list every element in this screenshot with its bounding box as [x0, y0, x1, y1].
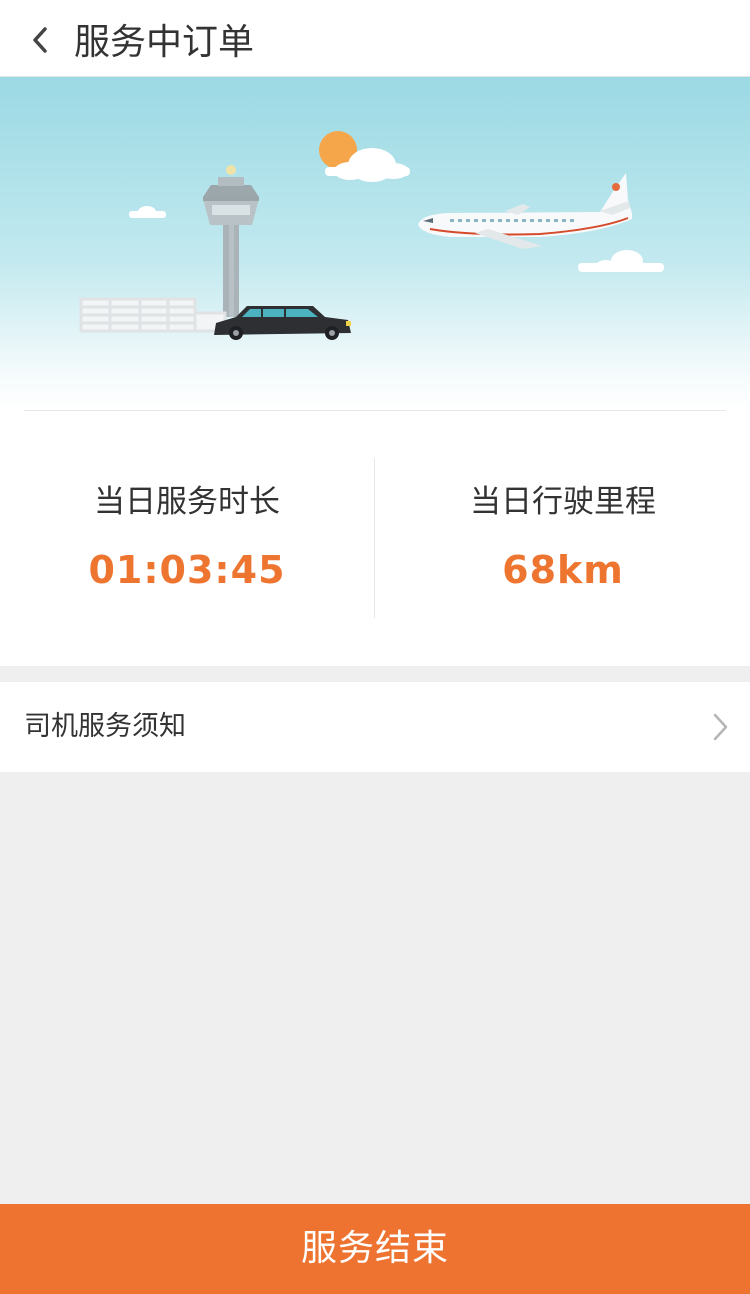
cloud-shape: [578, 250, 664, 272]
fence-shape: [79, 297, 227, 333]
stats-panel: 当日服务时长 01:03:45 当日行驶里程 68km: [0, 410, 750, 666]
mileage-label: 当日行驶里程: [470, 484, 656, 520]
duration-value: 01:03:45: [88, 548, 286, 592]
driver-notice-label: 司机服务须知: [24, 711, 186, 742]
vertical-divider: [374, 458, 375, 618]
airplane-shape: [418, 173, 632, 249]
divider: [24, 410, 726, 411]
end-service-button[interactable]: 服务结束: [0, 1204, 750, 1294]
driver-notice-row[interactable]: 司机服务须知: [0, 682, 750, 772]
airport-illustration: [0, 77, 750, 410]
top-bar: 服务中订单: [0, 0, 750, 77]
mileage-stat: 当日行驶里程 68km: [376, 458, 750, 618]
cloud-shape: [129, 206, 166, 218]
chevron-right-icon: [713, 713, 728, 741]
chevron-left-icon: [33, 27, 47, 53]
duration-stat: 当日服务时长 01:03:45: [0, 458, 374, 618]
control-tower-shape: [203, 165, 259, 317]
duration-label: 当日服务时长: [94, 484, 280, 520]
mileage-value: 68km: [502, 548, 624, 592]
back-button[interactable]: [18, 16, 62, 60]
page-title: 服务中订单: [74, 22, 255, 63]
